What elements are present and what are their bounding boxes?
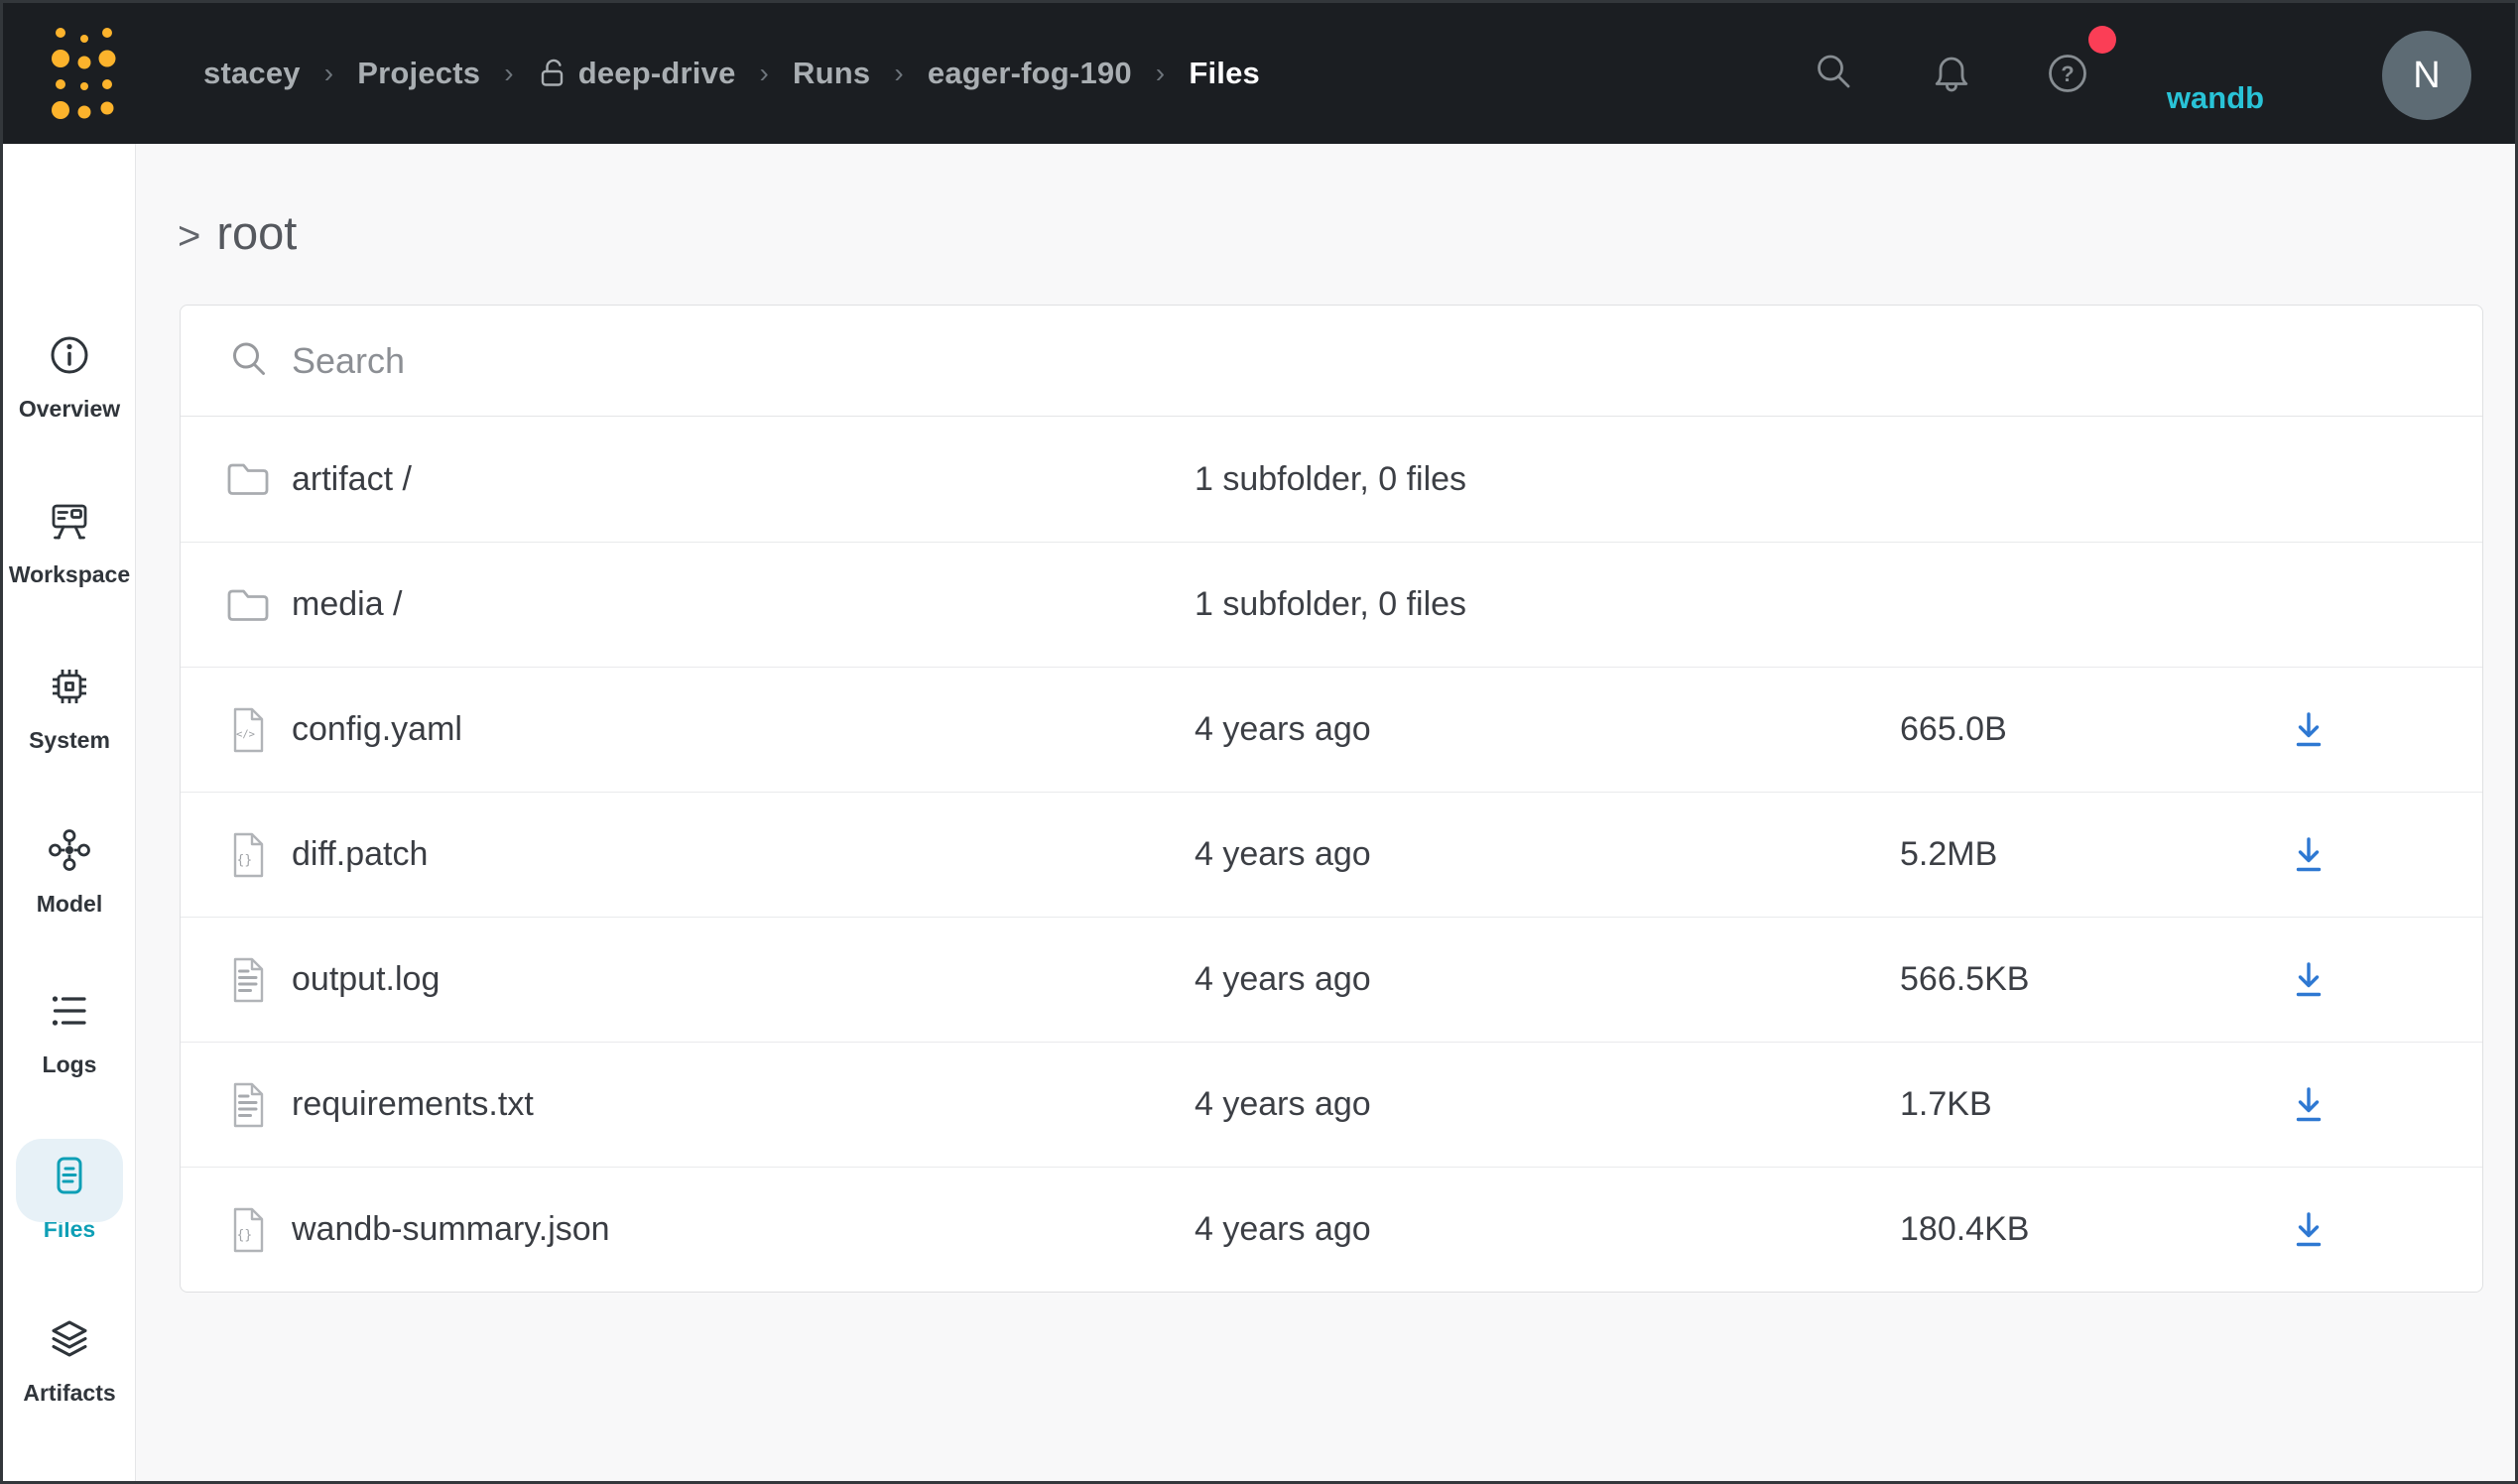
- top-navbar: stacey › Projects › deep-drive › Runs › …: [3, 3, 2515, 144]
- text-file-icon: [222, 918, 274, 1042]
- path-chevron: >: [178, 214, 200, 259]
- braces-file-icon: {}: [222, 1168, 274, 1292]
- path-root-label[interactable]: root: [216, 205, 297, 260]
- files-document-icon: [3, 1145, 136, 1206]
- brand-link[interactable]: wandb: [2136, 80, 2295, 116]
- download-button[interactable]: [2282, 668, 2335, 792]
- file-name: config.yaml: [292, 668, 462, 792]
- sidebar-item-label: Logs: [3, 1050, 136, 1079]
- file-row-artifact-folder[interactable]: artifact / 1 subfolder, 0 files: [181, 417, 2482, 542]
- sidebar-item-artifacts[interactable]: Artifacts: [3, 1308, 136, 1408]
- code-file-icon: </>: [222, 668, 274, 792]
- file-row-wandb-summary-json[interactable]: {} wandb-summary.json 4 years ago 180.4K…: [181, 1167, 2482, 1292]
- layers-icon: [3, 1308, 136, 1370]
- breadcrumb-project[interactable]: deep-drive: [578, 56, 736, 91]
- breadcrumb-entity[interactable]: stacey: [203, 56, 301, 91]
- run-sidebar: Overview Workspace: [3, 144, 136, 1481]
- download-button[interactable]: [2282, 1168, 2335, 1292]
- bell-icon[interactable]: [1930, 52, 1973, 95]
- avatar-initial: N: [2413, 55, 2440, 97]
- breadcrumb: stacey › Projects › deep-drive › Runs › …: [203, 3, 1260, 144]
- sidebar-item-model[interactable]: Model: [3, 819, 136, 919]
- download-button[interactable]: [2282, 793, 2335, 917]
- file-row-diff-patch[interactable]: {} diff.patch 4 years ago 5.2MB: [181, 792, 2482, 917]
- sidebar-item-system[interactable]: System: [3, 656, 136, 755]
- sidebar-item-files[interactable]: Files: [3, 1145, 136, 1244]
- sidebar-item-label: Artifacts: [3, 1378, 136, 1408]
- svg-text:{}: {}: [237, 853, 253, 868]
- file-name: output.log: [292, 918, 440, 1042]
- file-size: 1.7KB: [1900, 1043, 1992, 1167]
- unlocked-padlock-icon: [538, 58, 567, 89]
- file-modified: 4 years ago: [1195, 1168, 1371, 1292]
- file-modified: 4 years ago: [1195, 668, 1371, 792]
- file-size: 665.0B: [1900, 668, 2007, 792]
- breadcrumb-runs[interactable]: Runs: [793, 56, 870, 91]
- breadcrumb-run-name[interactable]: eager-fog-190: [928, 56, 1132, 91]
- file-path-heading: > root: [178, 205, 297, 260]
- download-button[interactable]: [2282, 1043, 2335, 1167]
- file-name: artifact /: [292, 417, 412, 542]
- file-row-config-yaml[interactable]: </> config.yaml 4 years ago 665.0B: [181, 667, 2482, 792]
- file-row-requirements-txt[interactable]: requirements.txt 4 years ago 1.7KB: [181, 1042, 2482, 1167]
- wandb-app-window: stacey › Projects › deep-drive › Runs › …: [0, 0, 2518, 1484]
- wandb-logo-icon[interactable]: [49, 19, 118, 128]
- breadcrumb-separator: ›: [324, 58, 334, 89]
- sidebar-item-label: Overview: [3, 394, 136, 424]
- files-page: > root: [137, 144, 2515, 1481]
- avatar[interactable]: N: [2382, 31, 2471, 120]
- file-name: wandb-summary.json: [292, 1168, 610, 1292]
- file-modified: 4 years ago: [1195, 793, 1371, 917]
- breadcrumb-separator: ›: [760, 58, 770, 89]
- list-icon: [3, 980, 136, 1042]
- sidebar-item-label: System: [3, 725, 136, 755]
- breadcrumb-separator: ›: [894, 58, 904, 89]
- folder-contents: 1 subfolder, 0 files: [1195, 417, 1466, 542]
- file-modified: 4 years ago: [1195, 1043, 1371, 1167]
- file-size: 5.2MB: [1900, 793, 1997, 917]
- folder-contents: 1 subfolder, 0 files: [1195, 543, 1466, 667]
- file-name: requirements.txt: [292, 1043, 534, 1167]
- file-row-media-folder[interactable]: media / 1 subfolder, 0 files: [181, 542, 2482, 667]
- file-row-output-log[interactable]: output.log 4 years ago 566.5KB: [181, 917, 2482, 1042]
- file-name: media /: [292, 543, 403, 667]
- file-list: artifact / 1 subfolder, 0 files media / …: [181, 417, 2482, 1292]
- file-modified: 4 years ago: [1195, 918, 1371, 1042]
- cpu-chip-icon: [3, 656, 136, 717]
- sidebar-item-overview[interactable]: Overview: [3, 324, 136, 424]
- sidebar-item-logs[interactable]: Logs: [3, 980, 136, 1079]
- file-search-row: [181, 306, 2482, 417]
- search-icon[interactable]: [1813, 52, 1856, 95]
- sidebar-item-label: Model: [3, 889, 136, 919]
- svg-text:?: ?: [2061, 62, 2074, 86]
- file-size: 180.4KB: [1900, 1168, 2029, 1292]
- sidebar-item-workspace[interactable]: Workspace: [3, 490, 136, 589]
- notification-badge: [2088, 26, 2116, 54]
- svg-text:</>: </>: [236, 728, 255, 740]
- breadcrumb-projects[interactable]: Projects: [357, 56, 480, 91]
- workspace-easel-icon: [3, 490, 136, 552]
- file-name: diff.patch: [292, 793, 428, 917]
- search-icon: [224, 306, 276, 416]
- breadcrumb-separator: ›: [504, 58, 514, 89]
- download-button[interactable]: [2282, 918, 2335, 1042]
- file-size: 566.5KB: [1900, 918, 2029, 1042]
- folder-icon: [222, 543, 274, 667]
- info-icon: [3, 324, 136, 386]
- svg-text:{}: {}: [237, 1228, 253, 1243]
- breadcrumb-files-current[interactable]: Files: [1189, 56, 1260, 91]
- folder-icon: [222, 417, 274, 542]
- model-graph-icon: [3, 819, 136, 881]
- help-icon[interactable]: ?: [2046, 52, 2089, 95]
- text-file-icon: [222, 1043, 274, 1167]
- file-browser-card: artifact / 1 subfolder, 0 files media / …: [180, 305, 2483, 1293]
- sidebar-item-label: Workspace: [3, 559, 136, 589]
- braces-file-icon: {}: [222, 793, 274, 917]
- breadcrumb-separator: ›: [1156, 58, 1166, 89]
- file-search-input[interactable]: [290, 306, 2076, 417]
